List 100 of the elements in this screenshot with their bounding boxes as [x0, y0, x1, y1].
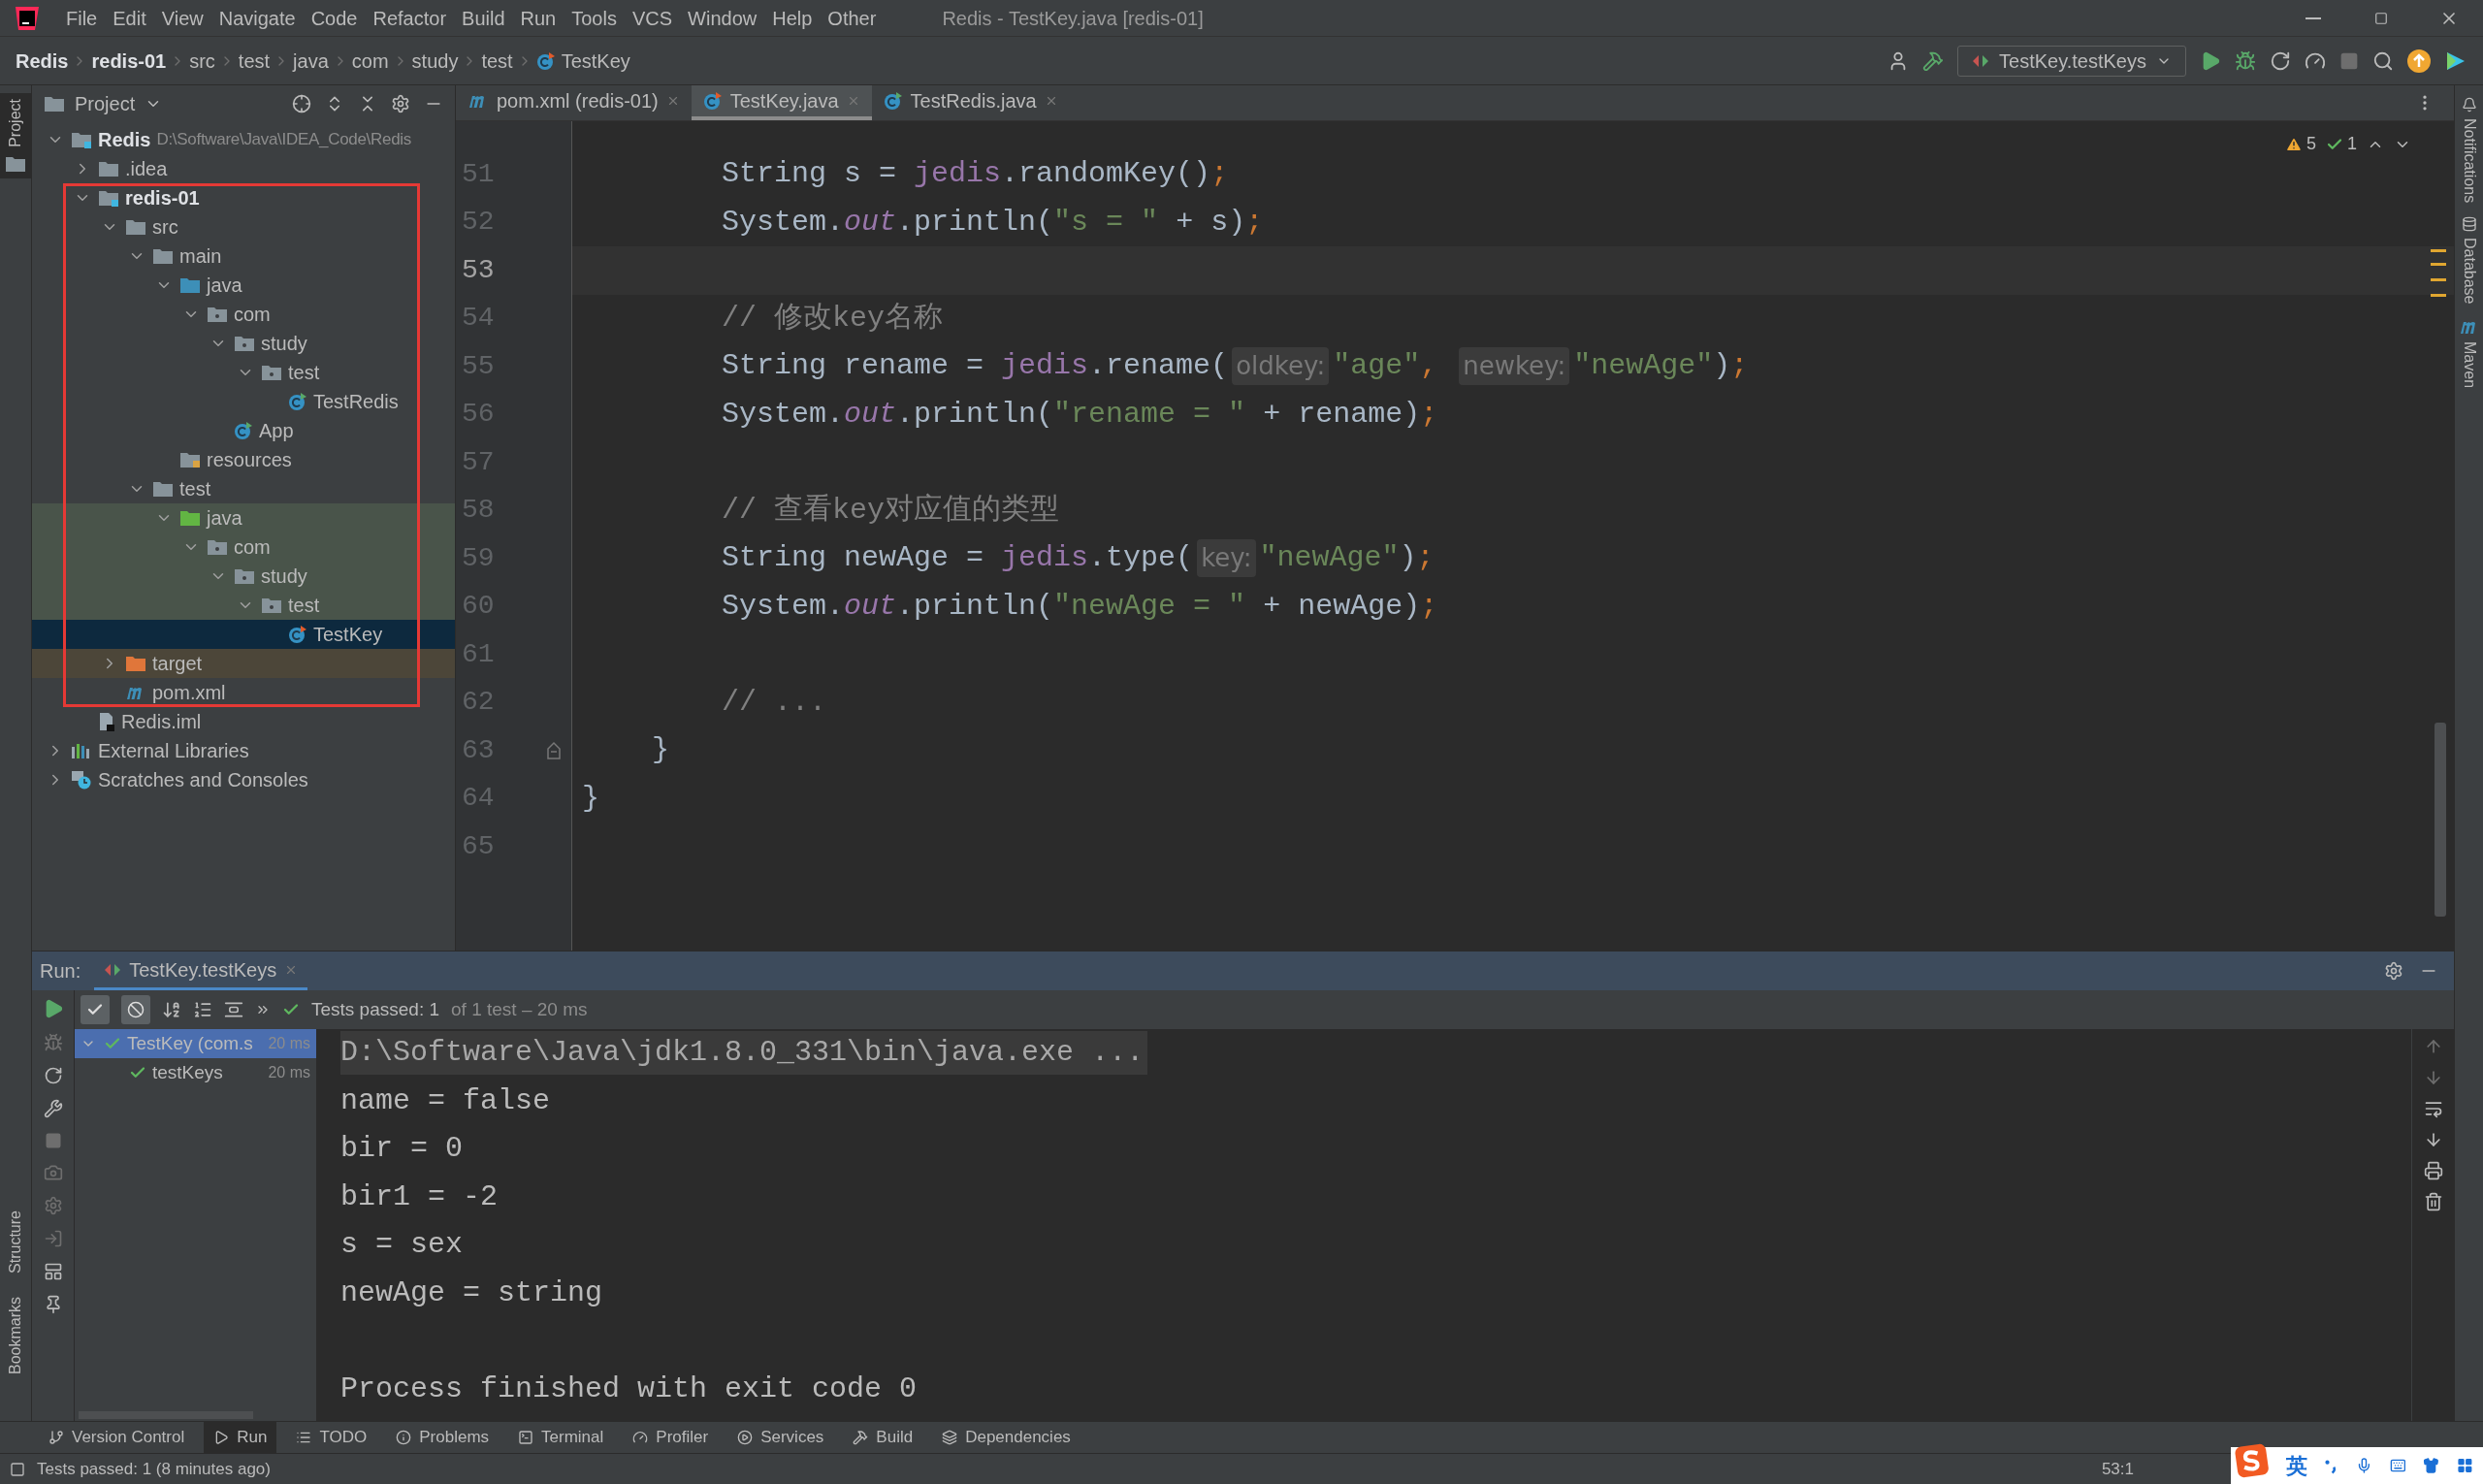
breadcrumb-item[interactable]: redis-01	[91, 46, 167, 76]
tree-item[interactable]: java	[32, 271, 455, 300]
editor-tab[interactable]: TestRedis.java	[871, 85, 1070, 120]
build-icon[interactable]	[1922, 49, 1945, 72]
panel-title[interactable]: Project	[75, 88, 136, 118]
tab-label: TestKey.java	[729, 89, 839, 113]
editor-tab[interactable]: TestKey.java	[691, 85, 872, 120]
menu-item[interactable]: VCS	[624, 3, 681, 33]
tool-window-button[interactable]: Problems	[386, 1422, 500, 1453]
tree-item-label: com	[234, 535, 271, 560]
menu-item[interactable]: File	[58, 3, 106, 33]
tree-item[interactable]: TestRedis	[32, 387, 455, 416]
menu-item[interactable]: Tools	[564, 3, 625, 33]
breadcrumb-item[interactable]: src	[189, 46, 215, 76]
tree-item[interactable]: .idea	[32, 154, 455, 183]
tool-window-tab[interactable]: Database	[2457, 238, 2481, 305]
breadcrumb-item[interactable]: TestKey	[561, 46, 630, 76]
panel-toggle-icon[interactable]	[10, 1461, 25, 1477]
tree-item[interactable]: test	[32, 358, 455, 387]
tool-window-button[interactable]: Build	[843, 1422, 923, 1453]
ime-mode[interactable]: 英	[2286, 1449, 2308, 1482]
breadcrumb-item[interactable]: Redis	[16, 46, 69, 76]
menu-item[interactable]: Run	[512, 3, 564, 33]
fold-icon[interactable]	[546, 740, 562, 760]
menu-item[interactable]: Help	[764, 3, 821, 33]
tree-item[interactable]: redis-01	[32, 183, 455, 212]
wrap-icon[interactable]	[2423, 1099, 2443, 1118]
tool-window-button[interactable]: Profiler	[623, 1422, 719, 1453]
tree-item[interactable]: Redis D:\Software\Java\IDEA_Code\Redis	[32, 125, 455, 154]
bell-icon[interactable]	[2461, 97, 2477, 113]
layout-icon[interactable]	[43, 1262, 63, 1281]
settings-icon[interactable]	[391, 93, 410, 113]
caret-position[interactable]: 53:1	[2101, 1456, 2134, 1482]
sort-icon[interactable]	[162, 1000, 181, 1019]
tree-item[interactable]: test	[32, 474, 455, 503]
camera-icon[interactable]	[43, 1163, 63, 1182]
menu-item[interactable]: Window	[680, 3, 765, 33]
tree-item[interactable]: Redis.iml	[32, 707, 455, 736]
show-ignored-button[interactable]	[121, 995, 150, 1024]
import-icon[interactable]	[43, 1229, 63, 1248]
breadcrumb-item[interactable]: java	[293, 46, 329, 76]
debug-icon[interactable]	[43, 1033, 63, 1052]
tree-item[interactable]: study	[32, 329, 455, 358]
tree-item[interactable]: resources	[32, 445, 455, 474]
menu-item[interactable]: Navigate	[210, 3, 304, 33]
run-configuration[interactable]: TestKey.testKeys	[1957, 45, 2186, 77]
menu-item[interactable]: Build	[454, 3, 513, 33]
tree-item[interactable]: target	[32, 649, 455, 678]
tree-item[interactable]: main	[32, 242, 455, 271]
scrollbar-thumb[interactable]	[2435, 723, 2446, 917]
tree-item[interactable]: com	[32, 300, 455, 329]
tree-item[interactable]: com	[32, 532, 455, 562]
tool-window-tab[interactable]: Notifications	[2457, 118, 2481, 204]
gear-icon[interactable]	[43, 1196, 63, 1215]
menu-item[interactable]: Code	[303, 3, 366, 33]
tool-window-button[interactable]: Dependencies	[932, 1422, 1080, 1453]
debug-icon[interactable]	[2235, 49, 2256, 72]
sort-duration-icon[interactable]	[193, 1000, 212, 1019]
show-passed-button[interactable]	[81, 995, 110, 1024]
tool-window-button[interactable]: Version Control	[39, 1422, 195, 1453]
tool-window-tab[interactable]: Structure	[4, 1210, 27, 1274]
test-item[interactable]: testKeys 20 ms	[75, 1058, 316, 1087]
editor-tab[interactable]: pom.xml (redis-01)	[456, 85, 692, 120]
breadcrumb-item[interactable]: test	[238, 46, 271, 76]
tree-item[interactable]: study	[32, 562, 455, 591]
search-icon[interactable]	[2372, 49, 2394, 72]
tool-window-button[interactable]: TODO	[286, 1422, 377, 1453]
expand-icon[interactable]	[224, 1000, 243, 1019]
tree-item[interactable]: java	[32, 503, 455, 532]
tree-item[interactable]: test	[32, 591, 455, 620]
trash-icon[interactable]	[2423, 1192, 2443, 1211]
breadcrumb-item[interactable]: test	[481, 46, 513, 76]
update-icon[interactable]	[2407, 48, 2431, 73]
tool-window-button[interactable]: Terminal	[508, 1422, 614, 1453]
menu-item[interactable]: View	[153, 3, 211, 33]
grid-icon[interactable]	[2457, 1456, 2473, 1475]
tool-window-button[interactable]: Services	[727, 1422, 834, 1453]
tree-item[interactable]: src	[32, 212, 455, 242]
tree-item[interactable]: pom.xml	[32, 678, 455, 707]
tree-item[interactable]: External Libraries	[32, 736, 455, 765]
tool-window-tab[interactable]: Bookmarks	[4, 1296, 27, 1374]
print-icon[interactable]	[2423, 1161, 2443, 1180]
tree-item[interactable]: TestKey	[32, 620, 455, 649]
breadcrumb-item[interactable]: study	[411, 46, 459, 76]
tool-window-button[interactable]: Run	[204, 1422, 277, 1453]
shirt-icon[interactable]	[2423, 1456, 2440, 1475]
tree-item[interactable]: App	[32, 416, 455, 445]
run-tab[interactable]: TestKey.testKeys	[94, 952, 308, 990]
breadcrumb-item[interactable]: com	[351, 46, 389, 76]
menu-item[interactable]: Edit	[105, 3, 154, 33]
wrench-icon[interactable]	[43, 1099, 63, 1118]
locate-icon[interactable]	[292, 93, 311, 113]
stop-icon[interactable]	[2339, 50, 2359, 71]
menu-item[interactable]: Other	[820, 3, 885, 33]
database-icon[interactable]	[2461, 216, 2477, 233]
settings-icon[interactable]	[2384, 961, 2403, 981]
tool-window-tab[interactable]: Maven	[2457, 340, 2481, 388]
menu-item[interactable]: Refactor	[365, 3, 455, 33]
stop-icon[interactable]	[44, 1132, 62, 1149]
tree-item[interactable]: Scratches and Consoles	[32, 765, 455, 794]
